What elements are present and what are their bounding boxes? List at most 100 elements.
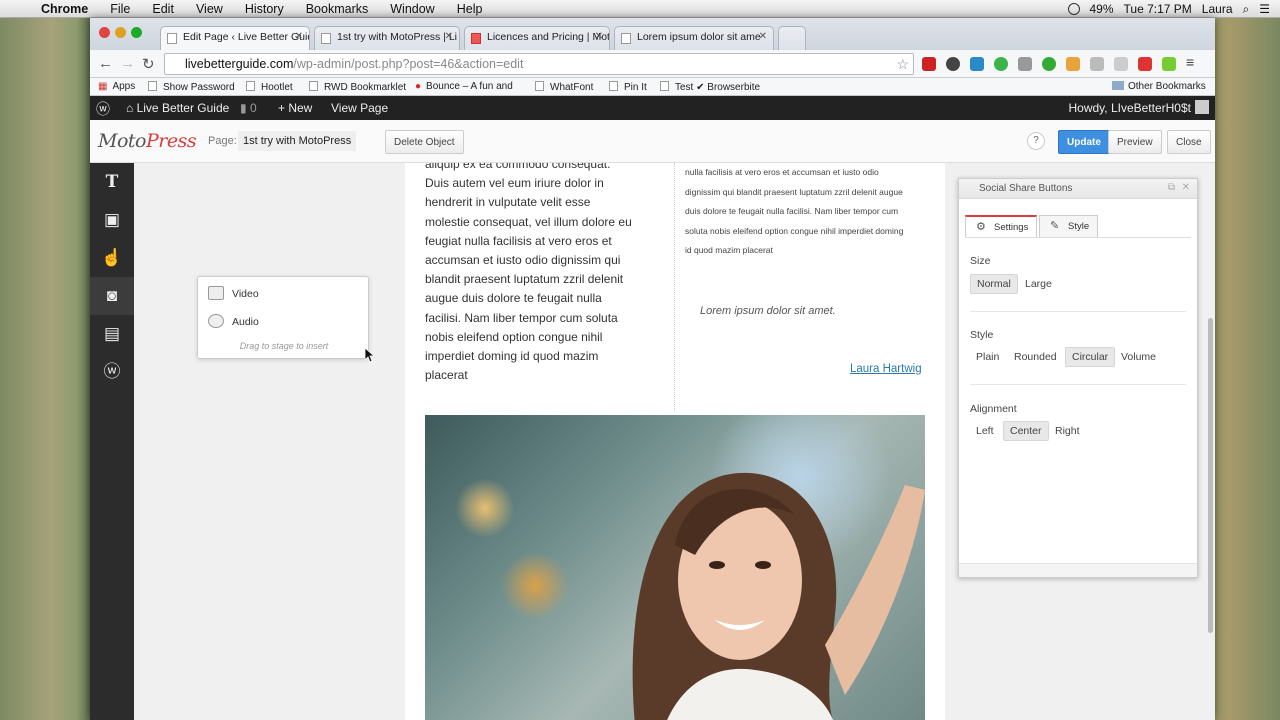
help-button[interactable]: ? (1027, 132, 1045, 150)
bookmark-pin-it[interactable]: Pin It (609, 81, 647, 93)
style-plain-option[interactable]: Plain (970, 348, 1005, 366)
text-line: duis dolore te feugait nulla facilisi. N… (685, 206, 899, 216)
extension-green-icon[interactable] (994, 57, 1008, 71)
extension-c-icon[interactable] (1138, 57, 1152, 71)
detach-icon[interactable]: ⧉ (1168, 182, 1175, 193)
panel-footer (959, 563, 1197, 577)
back-icon[interactable]: ← (98, 55, 113, 72)
battery-percent[interactable]: 49% (1090, 2, 1114, 16)
page-icon (246, 81, 255, 91)
page-icon (535, 81, 544, 91)
align-center-option[interactable]: Center (1003, 421, 1049, 441)
bookmark-whatfont[interactable]: WhatFont (535, 81, 593, 93)
reload-icon[interactable]: ↻ (142, 55, 155, 73)
other-widget-icon[interactable]: ▤ (90, 315, 134, 353)
quote-author-link[interactable]: Laura Hartwig (850, 363, 922, 375)
panel-header[interactable]: Social Share Buttons ⧉ ✕ (959, 179, 1197, 199)
forward-icon[interactable]: → (120, 55, 135, 72)
image-widget-icon[interactable]: ▣ (90, 201, 134, 239)
adminbar-site[interactable]: ⌂ Live Better Guide (126, 101, 229, 115)
motopress-logo: MotoPress (98, 130, 197, 152)
zoom-window-icon[interactable] (131, 27, 142, 38)
insert-video-item[interactable]: Video (208, 286, 259, 300)
extension-cast-icon[interactable] (1090, 57, 1104, 71)
size-large-option[interactable]: Large (1019, 275, 1058, 293)
bookmark-hootlet[interactable]: Hootlet (246, 81, 293, 93)
notifications-icon[interactable]: ☰ (1259, 2, 1270, 16)
new-tab-button[interactable] (778, 26, 806, 50)
text-widget-icon[interactable]: T (90, 163, 134, 201)
insert-audio-item[interactable]: Audio (208, 314, 259, 328)
extension-red-icon[interactable] (922, 57, 936, 71)
bookmark-star-icon[interactable]: ☆ (896, 56, 909, 73)
page-name[interactable]: 1st try with MotoPress (238, 131, 357, 151)
menu-history[interactable]: History (234, 2, 295, 16)
chrome-menu-icon[interactable]: ≡ (1186, 54, 1200, 70)
adminbar-howdy[interactable]: Howdy, LIveBetterH0$t (1068, 101, 1191, 115)
close-tab-icon[interactable]: ✕ (595, 31, 603, 42)
menu-window[interactable]: Window (379, 2, 445, 16)
avatar[interactable] (1195, 100, 1209, 114)
update-button[interactable]: Update (1058, 130, 1110, 154)
extension-blue-icon[interactable] (970, 57, 984, 71)
extension-ruler-icon[interactable] (1066, 57, 1080, 71)
tab-settings[interactable]: ⚙ Settings (965, 215, 1038, 237)
wordpress-logo-icon[interactable]: ⓦ (96, 99, 110, 119)
extension-puzzle-icon[interactable] (1018, 57, 1032, 71)
text-block-right[interactable]: nulla facilisis at vero eros et accumsan… (685, 163, 935, 261)
menu-help[interactable]: Help (446, 2, 494, 16)
bookmark-browserbite[interactable]: Test ✔ Browserbite (660, 81, 760, 93)
page-scrollbar[interactable] (1208, 318, 1213, 633)
preview-button[interactable]: Preview (1108, 130, 1162, 154)
user-name[interactable]: Laura (1202, 2, 1233, 16)
tab-lorem-ipsum[interactable]: Lorem ipsum dolor sit ame ✕ (614, 26, 774, 50)
address-bar[interactable]: livebetterguide.com/wp-admin/post.php?po… (164, 53, 914, 75)
quote-text[interactable]: Lorem ipsum dolor sit amet. (700, 305, 836, 317)
tab-style[interactable]: ✎ Style (1039, 215, 1099, 237)
style-volume-option[interactable]: Volume (1115, 348, 1162, 366)
close-panel-icon[interactable]: ✕ (1182, 182, 1190, 193)
adminbar-comments[interactable]: ▮ 0 (240, 101, 257, 115)
minimize-window-icon[interactable] (115, 27, 126, 38)
content-image[interactable] (425, 415, 925, 720)
tab-edit-page[interactable]: Edit Page ‹ Live Better Guid ✕ (160, 26, 310, 50)
extension-new-icon[interactable] (1042, 57, 1056, 71)
extension-color-icon[interactable] (1162, 57, 1176, 71)
clock[interactable]: Tue 7:17 PM (1124, 2, 1192, 16)
bookmark-apps[interactable]: ▦ Apps (98, 81, 135, 92)
adminbar-view-page[interactable]: View Page (331, 101, 388, 115)
close-tab-icon[interactable]: ✕ (759, 31, 767, 42)
menu-file[interactable]: File (99, 2, 141, 16)
page-content[interactable]: aliquip ex ea commodo consequat. Duis au… (405, 163, 945, 720)
tab-motopress-post[interactable]: 1st try with MotoPress | Li ✕ (314, 26, 460, 50)
align-left-option[interactable]: Left (970, 422, 1000, 440)
close-tab-icon[interactable]: ✕ (445, 31, 453, 42)
text-block-left[interactable]: aliquip ex ea commodo consequat. Duis au… (425, 163, 635, 385)
size-normal-option[interactable]: Normal (970, 274, 1018, 294)
align-right-option[interactable]: Right (1049, 422, 1086, 440)
wordpress-widget-icon[interactable]: ⓦ (90, 353, 134, 391)
close-window-icon[interactable] (99, 27, 110, 38)
bookmark-bounce[interactable]: ● Bounce – A fun and (415, 81, 513, 92)
play-icon (208, 314, 224, 328)
menu-bookmarks[interactable]: Bookmarks (295, 2, 380, 16)
button-widget-icon[interactable]: ☝ (90, 239, 134, 277)
wifi-icon[interactable] (1067, 3, 1080, 15)
spotlight-icon[interactable]: ⌕ (1243, 2, 1250, 17)
extension-grey-icon[interactable] (1114, 57, 1128, 71)
tab-licences-pricing[interactable]: Licences and Pricing | Mot ✕ (464, 26, 610, 50)
close-tab-icon[interactable]: ✕ (295, 31, 303, 42)
style-rounded-option[interactable]: Rounded (1008, 348, 1063, 366)
style-circular-option[interactable]: Circular (1065, 347, 1116, 367)
menu-edit[interactable]: Edit (141, 2, 185, 16)
menu-app-name[interactable]: Chrome (30, 2, 99, 16)
bookmark-other[interactable]: Other Bookmarks (1112, 81, 1206, 92)
media-widget-icon[interactable]: ◙ (90, 277, 134, 315)
bookmark-rwd[interactable]: RWD Bookmarklet (309, 81, 406, 93)
adminbar-new[interactable]: + New (278, 101, 312, 115)
close-button[interactable]: Close (1167, 130, 1211, 154)
extension-gear-icon[interactable] (946, 57, 960, 71)
bookmark-show-password[interactable]: Show Password (148, 81, 235, 93)
delete-object-button[interactable]: Delete Object (385, 130, 464, 154)
menu-view[interactable]: View (185, 2, 234, 16)
